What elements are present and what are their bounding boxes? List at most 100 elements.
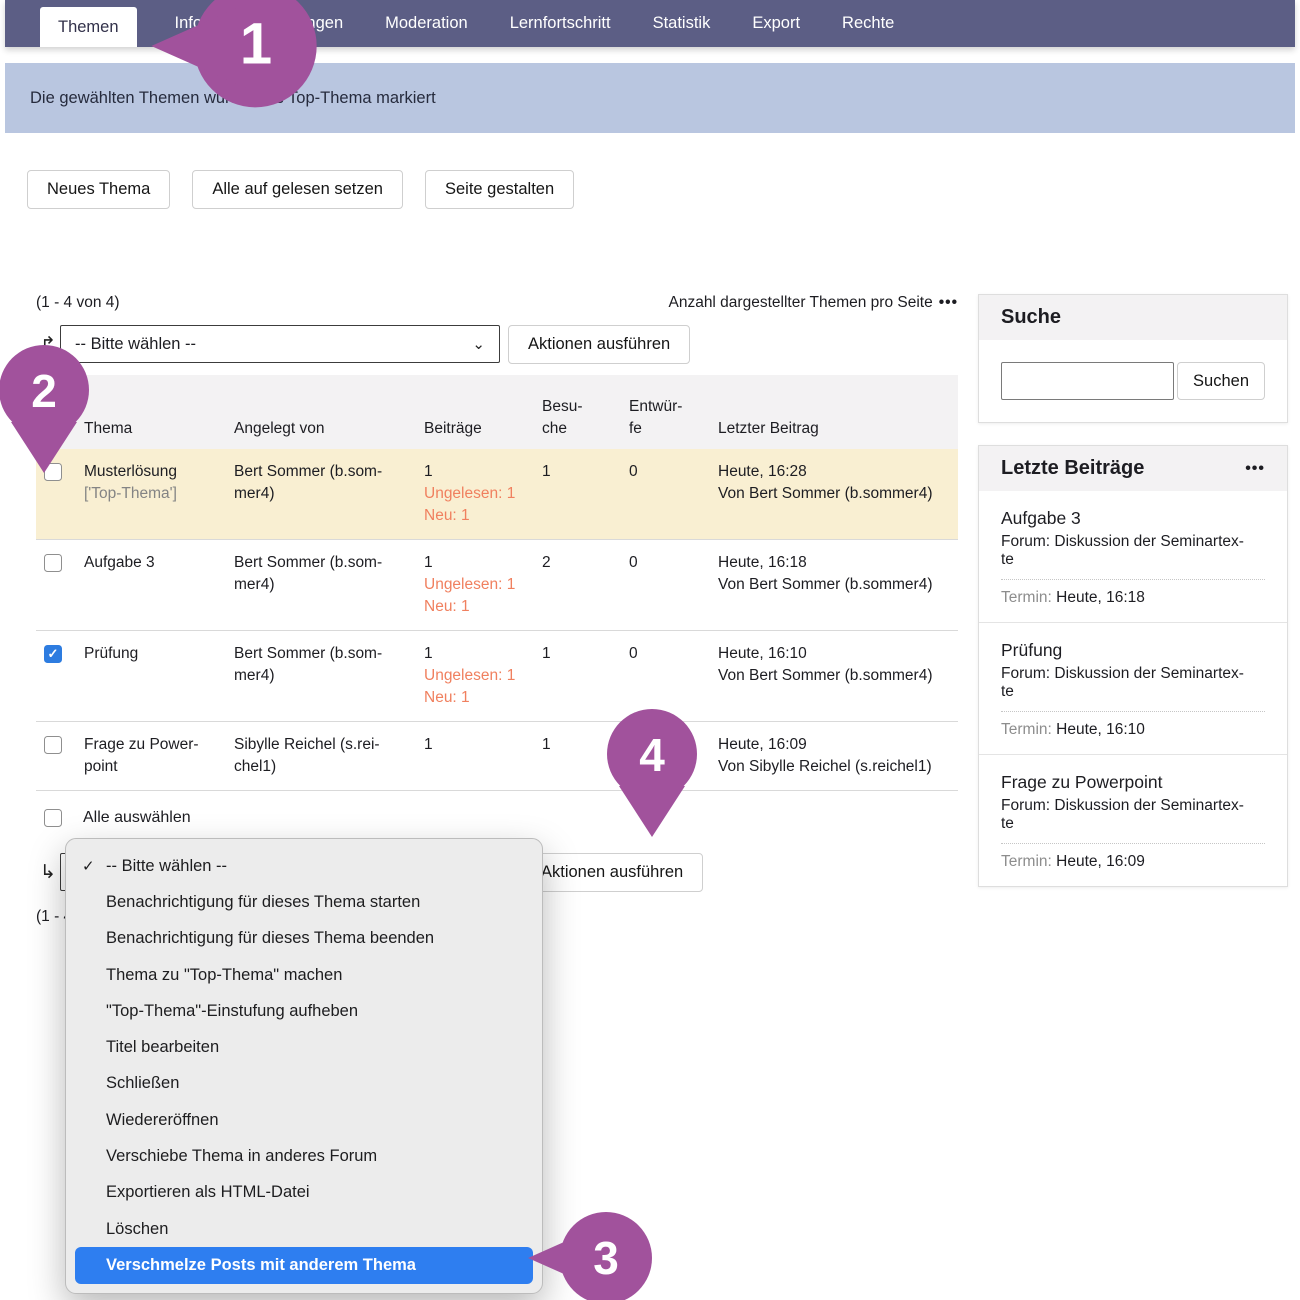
topic-author: Bert Sommer (b.som- mer4) <box>234 643 424 709</box>
row-checkbox[interactable] <box>44 463 62 481</box>
tab-einstellungen[interactable]: Einstellungen <box>244 0 343 47</box>
post-title[interactable]: Frage zu Powerpoint <box>1001 772 1265 793</box>
table-header-row: Thema Angelegt von Beiträge Besu- che En… <box>36 375 958 449</box>
new-count: Neu: 1 <box>424 687 542 709</box>
topic-author: Bert Sommer (b.som- mer4) <box>234 552 424 618</box>
mark-all-read-button[interactable]: Alle auf gelesen setzen <box>192 170 403 209</box>
table-row: Musterlösung ['Top-Thema'] Bert Sommer (… <box>36 449 958 540</box>
header-checkbox-spacer <box>36 434 84 440</box>
row-checkbox[interactable] <box>44 736 62 754</box>
list-item: Aufgabe 3 Forum: Diskussion der Seminart… <box>979 491 1287 622</box>
action-dropdown-menu: ✓ -- Bitte wählen -- Benachrichtigung fü… <box>65 838 543 1294</box>
notification-text: Die gewählten Themen wurden als Top-Them… <box>30 89 436 108</box>
menu-item[interactable]: Titel bearbeiten <box>66 1029 542 1065</box>
toolbar: Neues Thema Alle auf gelesen setzen Seit… <box>27 170 1300 209</box>
tab-export[interactable]: Export <box>752 0 800 47</box>
new-topic-button[interactable]: Neues Thema <box>27 170 170 209</box>
posts-count: 1 <box>424 734 542 778</box>
divider <box>1001 843 1265 844</box>
termin-value: Heute, 16:18 <box>1056 589 1145 606</box>
topic-title[interactable]: Aufgabe 3 <box>84 552 234 618</box>
drafts-count: 0 <box>629 643 718 709</box>
sidebar: Suche Suchen Letzte Beiträge ••• Aufgabe… <box>978 294 1288 887</box>
drafts-count: 0 <box>629 734 718 778</box>
row-checkbox[interactable] <box>44 554 62 572</box>
new-count: Neu: 1 <box>424 596 542 618</box>
checkmark-icon: ✓ <box>82 857 95 875</box>
post-forum: Forum: Diskussion der Seminartex- te <box>1001 665 1265 701</box>
column-header-thema: Thema <box>84 412 234 440</box>
column-header-beitraege: Beiträge <box>424 412 542 440</box>
column-header-besuche: Besu- che <box>542 390 629 440</box>
last-post[interactable]: Heute, 16:18 Von Bert Sommer (b.sommer4) <box>718 552 958 618</box>
result-count: (1 - 4 von 4) <box>36 294 120 312</box>
row-checkbox[interactable]: ✓ <box>44 645 62 663</box>
action-select-top-value: -- Bitte wählen -- <box>75 335 196 354</box>
topic-title[interactable]: Prüfung <box>84 643 234 709</box>
visits-count: 1 <box>542 461 629 527</box>
menu-item[interactable]: Exportieren als HTML-Datei <box>66 1175 542 1211</box>
execute-actions-button-top[interactable]: Aktionen ausführen <box>508 325 690 364</box>
termin-label: Termin: <box>1001 721 1052 738</box>
success-notification: Die gewählten Themen wurden als Top-Them… <box>5 63 1295 133</box>
last-post[interactable]: Heute, 16:09 Von Sibylle Reichel (s.reic… <box>718 734 958 778</box>
menu-item[interactable]: Thema zu "Top-Thema" machen <box>66 957 542 993</box>
apply-bottom-arrow-icon: ↳ <box>36 861 60 884</box>
topic-author: Sibylle Reichel (s.rei- chel1) <box>234 734 424 778</box>
post-forum: Forum: Diskussion der Seminartex- te <box>1001 797 1265 833</box>
unread-count: Ungelesen: 1 <box>424 483 542 505</box>
search-button[interactable]: Suchen <box>1177 362 1265 400</box>
search-panel: Suche Suchen <box>978 294 1288 423</box>
visits-count: 1 <box>542 643 629 709</box>
apply-top-arrow-icon: ↱ <box>36 333 60 356</box>
topic-title[interactable]: Frage zu Power- point <box>84 734 234 778</box>
last-post[interactable]: Heute, 16:28 Von Bert Sommer (b.sommer4) <box>718 461 958 527</box>
menu-item-selected[interactable]: Verschmelze Posts mit anderem Thema <box>75 1247 533 1283</box>
forum-admin-page: Themen Info Einstellungen Moderation Ler… <box>0 0 1300 1300</box>
divider <box>1001 711 1265 712</box>
action-select-top[interactable]: -- Bitte wählen -- ⌄ <box>60 325 500 363</box>
menu-item[interactable]: Benachrichtigung für dieses Thema beende… <box>66 921 542 957</box>
tab-statistik[interactable]: Statistik <box>653 0 711 47</box>
menu-item[interactable]: Schließen <box>66 1066 542 1102</box>
tab-themen[interactable]: Themen <box>40 7 137 47</box>
visits-count: 2 <box>542 552 629 618</box>
last-post[interactable]: Heute, 16:10 Von Bert Sommer (b.sommer4) <box>718 643 958 709</box>
list-item: Prüfung Forum: Diskussion der Seminartex… <box>979 622 1287 754</box>
tab-rechte[interactable]: Rechte <box>842 0 894 47</box>
execute-actions-button-bottom[interactable]: Aktionen ausführen <box>521 853 703 892</box>
topics-section: (1 - 4 von 4) Anzahl dargestellter Theme… <box>36 294 958 926</box>
callout-marker-3: 3 <box>526 1210 654 1300</box>
top-action-row: ↱ -- Bitte wählen -- ⌄ Aktionen ausführe… <box>36 325 958 363</box>
menu-item[interactable]: "Top-Thema"-Einstufung aufheben <box>66 993 542 1029</box>
topic-tag: ['Top-Thema'] <box>84 483 234 505</box>
select-all-checkbox[interactable] <box>44 809 62 827</box>
tab-lernfortschritt[interactable]: Lernfortschritt <box>510 0 611 47</box>
table-row: Frage zu Power- point Sibylle Reichel (s… <box>36 722 958 791</box>
search-panel-title: Suche <box>1001 306 1061 329</box>
search-input[interactable] <box>1001 362 1174 400</box>
termin-value: Heute, 16:09 <box>1056 853 1145 870</box>
panel-menu-icon[interactable]: ••• <box>1245 460 1265 478</box>
design-page-button[interactable]: Seite gestalten <box>425 170 574 209</box>
column-header-letzter-beitrag: Letzter Beitrag <box>718 412 958 440</box>
per-page-menu-icon[interactable]: ••• <box>939 294 958 311</box>
menu-item[interactable]: ✓ -- Bitte wählen -- <box>66 848 542 884</box>
termin-label: Termin: <box>1001 589 1052 606</box>
posts-count: 1 <box>424 461 542 483</box>
menu-item[interactable]: Wiedereröffnen <box>66 1102 542 1138</box>
topic-title[interactable]: Musterlösung <box>84 461 234 483</box>
post-title[interactable]: Aufgabe 3 <box>1001 508 1265 529</box>
menu-item[interactable]: Verschiebe Thema in anderes Forum <box>66 1138 542 1174</box>
tab-info[interactable]: Info <box>175 0 203 47</box>
post-title[interactable]: Prüfung <box>1001 640 1265 661</box>
tab-moderation[interactable]: Moderation <box>385 0 468 47</box>
divider <box>1001 579 1265 580</box>
topics-table: Thema Angelegt von Beiträge Besu- che En… <box>36 375 958 791</box>
menu-item[interactable]: Benachrichtigung für dieses Thema starte… <box>66 884 542 920</box>
per-page-control: Anzahl dargestellter Themen pro Seite••• <box>668 294 958 312</box>
table-row: ✓ Prüfung Bert Sommer (b.som- mer4) 1 Un… <box>36 631 958 722</box>
drafts-count: 0 <box>629 552 718 618</box>
new-count: Neu: 1 <box>424 505 542 527</box>
menu-item[interactable]: Löschen <box>66 1211 542 1247</box>
